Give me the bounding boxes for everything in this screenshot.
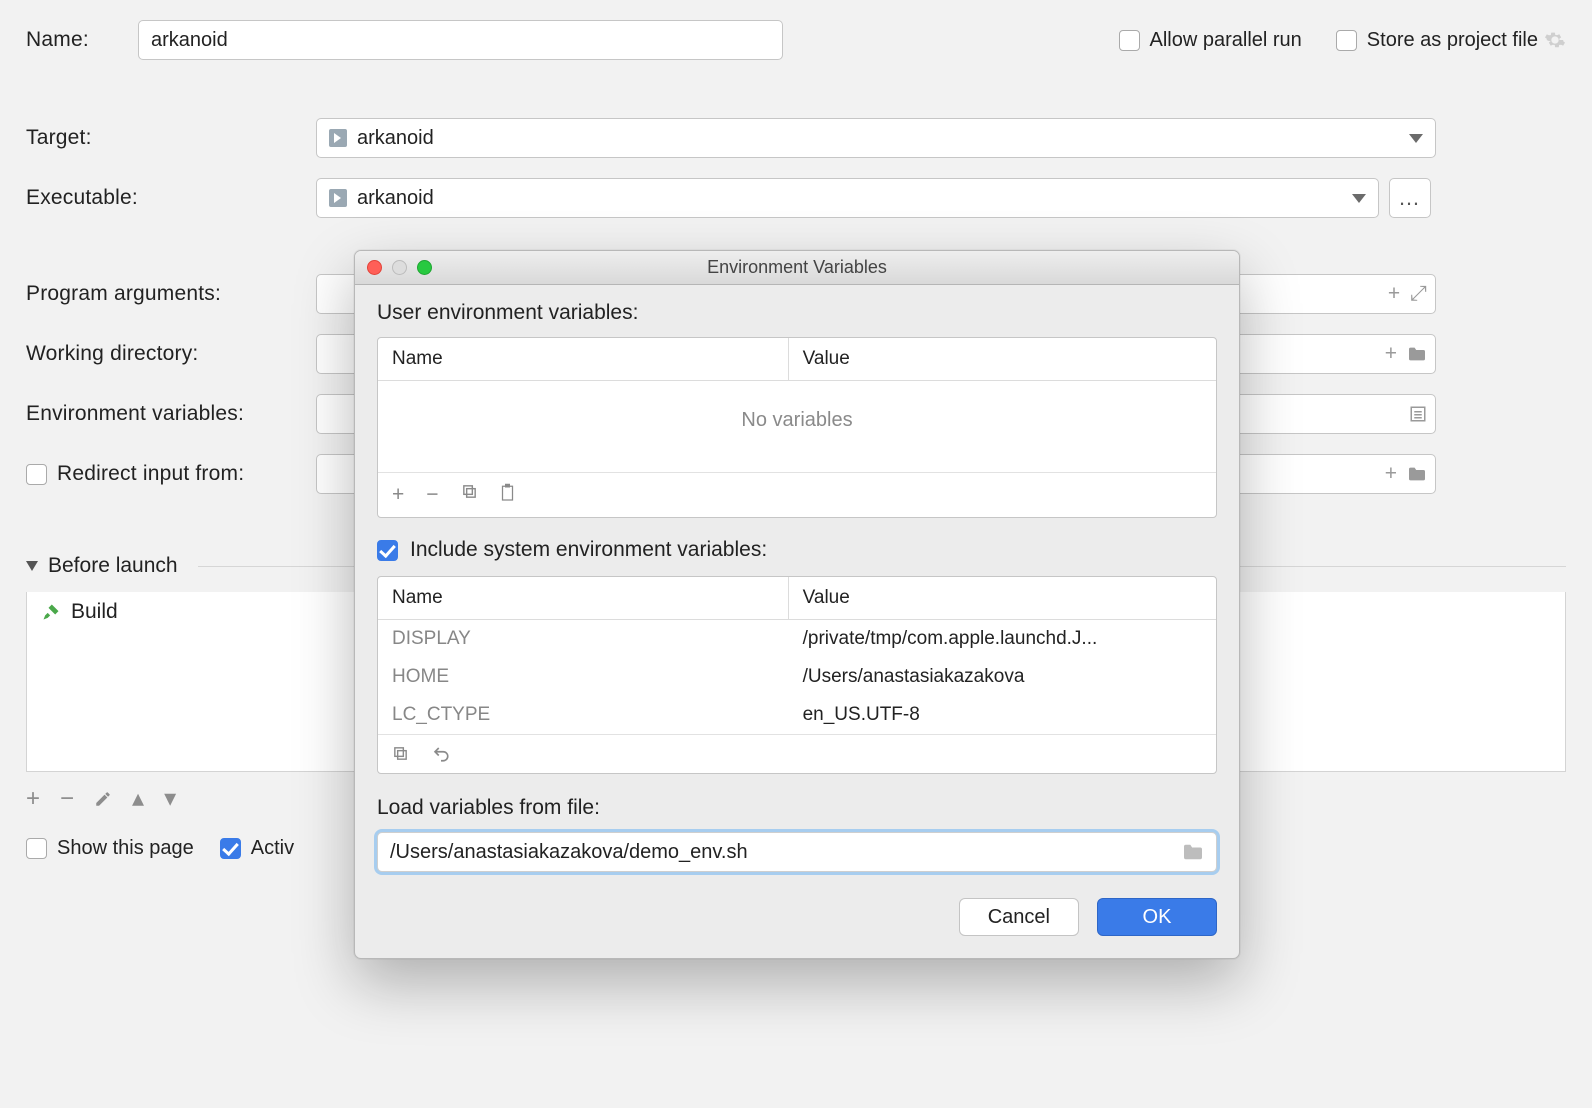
- name-label: Name:: [26, 28, 89, 51]
- redirect-label: Redirect input from:: [57, 462, 244, 486]
- plus-icon[interactable]: +: [1388, 282, 1400, 306]
- column-value[interactable]: Value: [789, 338, 1216, 380]
- name-input[interactable]: arkanoid: [138, 20, 783, 60]
- list-icon[interactable]: [1409, 405, 1427, 423]
- expand-icon[interactable]: ⤢: [1410, 282, 1427, 306]
- table-row[interactable]: DISPLAY/private/tmp/com.apple.launchd.J.…: [378, 620, 1216, 658]
- edit-button[interactable]: [94, 790, 112, 808]
- checkbox-icon: [26, 838, 47, 859]
- var-name: HOME: [378, 658, 789, 696]
- column-name[interactable]: Name: [378, 577, 789, 619]
- down-button[interactable]: ▾: [164, 784, 176, 813]
- store-project-label: Store as project file: [1367, 29, 1538, 52]
- include-sys-checkbox[interactable]: Include system environment variables:: [377, 538, 1217, 562]
- plus-icon[interactable]: +: [1385, 462, 1397, 486]
- allow-parallel-checkbox[interactable]: Allow parallel run: [1119, 29, 1302, 52]
- activate-label: Activ: [251, 837, 294, 860]
- include-sys-label: Include system environment variables:: [410, 538, 767, 562]
- folder-icon[interactable]: [1407, 466, 1427, 482]
- user-vars-label: User environment variables:: [377, 301, 1217, 325]
- column-value[interactable]: Value: [789, 577, 1216, 619]
- target-value: arkanoid: [357, 127, 434, 150]
- dialog-title: Environment Variables: [355, 257, 1239, 278]
- var-name: DISPLAY: [378, 620, 789, 658]
- remove-button[interactable]: −: [426, 483, 438, 507]
- executable-more-button[interactable]: …: [1389, 178, 1431, 218]
- paste-icon[interactable]: [500, 483, 515, 507]
- show-page-checkbox[interactable]: Show this page: [26, 837, 194, 860]
- folder-icon[interactable]: [1182, 843, 1204, 861]
- env-vars-dialog: Environment Variables User environment v…: [354, 250, 1240, 959]
- name-value: arkanoid: [151, 29, 228, 52]
- gear-icon[interactable]: [1544, 29, 1566, 51]
- activate-checkbox[interactable]: Activ: [220, 837, 294, 860]
- var-value: /private/tmp/com.apple.launchd.J...: [789, 620, 1216, 658]
- cancel-label: Cancel: [988, 906, 1050, 929]
- load-file-label: Load variables from file:: [377, 796, 1217, 820]
- column-name[interactable]: Name: [378, 338, 789, 380]
- remove-button[interactable]: −: [60, 785, 74, 813]
- undo-icon[interactable]: [431, 745, 451, 763]
- chevron-down-icon: [1352, 194, 1366, 203]
- executable-select[interactable]: arkanoid: [316, 178, 1379, 218]
- executable-value: arkanoid: [357, 187, 434, 210]
- no-variables-text: No variables: [378, 381, 1216, 472]
- sys-vars-table[interactable]: Name Value DISPLAY/private/tmp/com.apple…: [377, 576, 1217, 774]
- hammer-icon: [41, 602, 61, 622]
- target-select[interactable]: arkanoid: [316, 118, 1436, 158]
- checkbox-icon: [220, 838, 241, 859]
- var-value: /Users/anastasiakazakova: [789, 658, 1216, 696]
- list-item-label: Build: [71, 600, 118, 624]
- triangle-down-icon: [26, 561, 38, 571]
- up-button[interactable]: ▴: [132, 784, 144, 813]
- table-row[interactable]: LC_CTYPEen_US.UTF-8: [378, 696, 1216, 734]
- ok-label: OK: [1143, 906, 1172, 929]
- checkbox-icon: [1119, 30, 1140, 51]
- program-args-label: Program arguments:: [26, 282, 221, 305]
- ok-button[interactable]: OK: [1097, 898, 1217, 936]
- working-dir-label: Working directory:: [26, 342, 198, 365]
- allow-parallel-label: Allow parallel run: [1150, 29, 1302, 52]
- load-file-input[interactable]: /Users/anastasiakazakova/demo_env.sh: [377, 832, 1217, 872]
- copy-icon[interactable]: [392, 745, 409, 763]
- table-row[interactable]: HOME/Users/anastasiakazakova: [378, 658, 1216, 696]
- before-launch-label: Before launch: [48, 554, 178, 578]
- load-file-value: /Users/anastasiakazakova/demo_env.sh: [390, 841, 748, 864]
- copy-icon[interactable]: [461, 483, 478, 507]
- checkbox-icon: [1336, 30, 1357, 51]
- executable-label: Executable:: [26, 186, 138, 209]
- checkbox-icon: [377, 540, 398, 561]
- store-project-checkbox[interactable]: Store as project file: [1336, 29, 1538, 52]
- add-button[interactable]: +: [392, 483, 404, 507]
- folder-icon[interactable]: [1407, 346, 1427, 362]
- show-page-label: Show this page: [57, 837, 194, 860]
- dialog-titlebar[interactable]: Environment Variables: [355, 251, 1239, 285]
- redirect-checkbox[interactable]: [26, 464, 47, 485]
- add-button[interactable]: +: [26, 785, 40, 813]
- chevron-down-icon: [1409, 134, 1423, 143]
- target-icon: [329, 129, 347, 147]
- cancel-button[interactable]: Cancel: [959, 898, 1079, 936]
- target-label: Target:: [26, 126, 92, 149]
- var-value: en_US.UTF-8: [789, 696, 1216, 734]
- user-vars-table[interactable]: Name Value No variables + −: [377, 337, 1217, 518]
- var-name: LC_CTYPE: [378, 696, 789, 734]
- env-vars-label: Environment variables:: [26, 402, 244, 425]
- plus-icon[interactable]: +: [1385, 342, 1397, 366]
- executable-icon: [329, 189, 347, 207]
